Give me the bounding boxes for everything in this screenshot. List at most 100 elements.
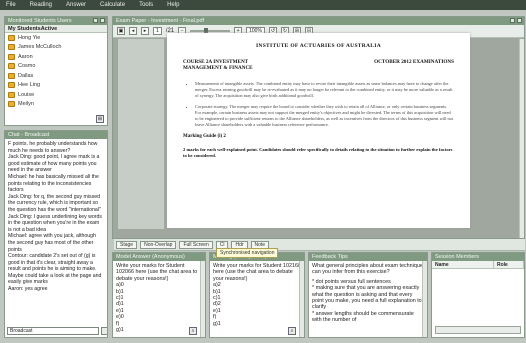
menu-file[interactable]: File (6, 2, 16, 8)
minimize-icon[interactable] (510, 18, 515, 23)
answer-panel-3: Feedback Tips What general principles ab… (308, 252, 428, 338)
column-header-role[interactable]: Role (494, 261, 524, 268)
chat-message: Michael: he has basically missed all the… (8, 173, 99, 194)
magnify-icon[interactable]: ⌕ (288, 327, 296, 335)
doc-bullet: Measurement of intangible assets. The co… (195, 81, 454, 98)
members-action-bar[interactable] (435, 326, 521, 334)
student-name: Aaron (18, 53, 33, 60)
menu-answer[interactable]: Answer (66, 2, 86, 8)
answer-textarea[interactable]: Write your marks for Student 102066 here… (113, 261, 205, 335)
student-name: Meilyn (18, 101, 34, 108)
answer-item: * making sure that you are answering exa… (312, 285, 422, 311)
button-bar: Stage Non-Overlap Full Screen Cl Hdr Not… (114, 239, 525, 251)
members-table-header: Name Role (432, 261, 524, 269)
zoom-slider[interactable] (190, 28, 231, 34)
answer-scrollbar[interactable] (422, 261, 427, 337)
viewer-window-buttons (510, 18, 522, 23)
answer-prompt: What general principles about exam techn… (312, 263, 423, 276)
answer-panel-title: Feedback Tips (309, 253, 427, 261)
minimize-icon[interactable] (93, 18, 98, 23)
doc-marking-note: 2 marks for each well-explained point. C… (183, 146, 453, 158)
student-item[interactable]: Dallas (5, 71, 107, 81)
chat-log: F points. he probably understands how mu… (5, 139, 107, 295)
students-subhead: My StudentsActive (5, 25, 107, 33)
page-number-input[interactable]: 1 (153, 27, 162, 35)
chat-panel: Chat - Broadcast F points. he probably u… (4, 130, 108, 338)
prev-page-icon[interactable]: ◂ (129, 27, 137, 35)
chat-message: Contour: candidate 2's set out of (g) is… (8, 253, 102, 286)
full-screen-button[interactable]: Full Screen (179, 240, 213, 249)
document-viewer: Exam Paper - Investment - Final.pdf ▣ ◂ … (112, 16, 525, 239)
viewer-scrollbar[interactable] (519, 39, 524, 238)
answer-prompt: Write your marks for Student 102160 here… (213, 263, 301, 282)
next-page-icon[interactable]: ▸ (141, 27, 149, 35)
answer-panel-title: Model Answer (Anonymous) (113, 253, 205, 261)
answer-prompt: Write your marks for Student 102066 here… (116, 263, 198, 282)
chat-message: Aaron: yes agree (8, 286, 48, 293)
students-panel: Monitored Students Users My StudentsActi… (4, 16, 108, 126)
doc-bullet: Corporate strategy. The merger may requi… (195, 104, 454, 127)
answer-textarea[interactable]: Write your marks for Student 102160 here… (210, 261, 304, 329)
answer-scrollbar[interactable] (299, 261, 304, 337)
answer-scrollbar[interactable] (200, 261, 205, 337)
student-name: Louise (18, 91, 35, 98)
send-button[interactable] (101, 327, 107, 335)
folder-icon (8, 82, 15, 89)
student-item[interactable]: Meilyn (5, 100, 107, 110)
answer-panel-2: Marking (Anonymous) Write your marks for… (209, 252, 305, 338)
student-item[interactable]: Hong Yie (5, 33, 107, 43)
folder-icon (8, 53, 15, 60)
folder-icon (8, 63, 15, 70)
document-page: INSTITUTE OF ACTUARIES OF AUSTRALIA COUR… (167, 33, 470, 228)
viewer-left-margin (118, 39, 164, 229)
magnify-icon[interactable]: ⌕ (189, 327, 197, 335)
viewer-title: Exam Paper - Investment - Final.pdf (113, 17, 524, 25)
folder-icon (8, 34, 15, 41)
recipient-select[interactable]: Broadcast (7, 327, 99, 335)
chat-panel-title: Chat - Broadcast (5, 131, 107, 139)
doc-guide-title: Marking Guide (i) 2 (183, 133, 226, 139)
chat-message: F points. he probably understands how mu… (8, 141, 98, 154)
menu-reading[interactable]: Reading (30, 2, 52, 8)
student-name: Hong Yie (18, 34, 41, 41)
answer-textarea[interactable]: What general principles about exam techn… (309, 261, 427, 326)
doc-bullets: Measurement of intangible assets. The co… (195, 81, 454, 128)
student-item[interactable]: James McCulloch (5, 43, 107, 53)
doc-heading: INSTITUTE OF ACTUARIES OF AUSTRALIA (255, 43, 381, 49)
members-panel: Session Members Name Role (431, 252, 525, 338)
close-icon[interactable] (517, 18, 522, 23)
students-panel-action-button[interactable]: ⊞ (96, 115, 104, 123)
stage-button[interactable]: Stage (116, 240, 138, 249)
folder-icon (8, 72, 15, 79)
save-icon[interactable]: ▣ (117, 27, 125, 35)
menu-calculate[interactable]: Calculate (100, 2, 125, 8)
students-panel-window-buttons (93, 18, 105, 23)
chat-message: Jack Ding: good point, I agree mark is a… (8, 154, 100, 174)
doc-subject: MANAGEMENT & FINANCE (183, 65, 253, 71)
non-overlap-button[interactable]: Non-Overlap (140, 240, 177, 249)
menu-help[interactable]: Help (167, 2, 179, 8)
student-name: Dallas (18, 72, 34, 79)
answer-panel-1: Model Answer (Anonymous) Write your mark… (112, 252, 206, 338)
student-item[interactable]: Aaron (5, 52, 107, 62)
column-header-name[interactable]: Name (432, 261, 494, 268)
student-item[interactable]: Cosmo (5, 62, 107, 72)
doc-exam: OCTOBER 2012 EXAMINATIONS (374, 59, 454, 65)
answer-item: * answer lengths should be commensurate … (312, 310, 414, 324)
menu-bar: File Reading Answer Calculate Tools Help (0, 0, 526, 10)
students-panel-title: Monitored Students Users (5, 17, 107, 25)
chat-message: Jack Ding: I guess underlining key words… (8, 213, 102, 233)
chat-message: Jack Ding: for q, the second guy missed … (8, 193, 101, 213)
student-item[interactable]: Hee Ling (5, 81, 107, 91)
tooltip: Synchronised navigation (216, 248, 279, 258)
folder-icon (8, 101, 15, 108)
student-name: Hee Ling (18, 82, 41, 89)
folder-icon (8, 91, 15, 98)
student-name: James McCulloch (18, 44, 62, 51)
menu-tools[interactable]: Tools (139, 2, 153, 8)
chat-input-row: Broadcast (7, 327, 107, 335)
folder-icon (8, 44, 15, 51)
student-item[interactable]: Louise (5, 90, 107, 100)
student-name: Cosmo (18, 63, 36, 70)
close-icon[interactable] (100, 18, 105, 23)
